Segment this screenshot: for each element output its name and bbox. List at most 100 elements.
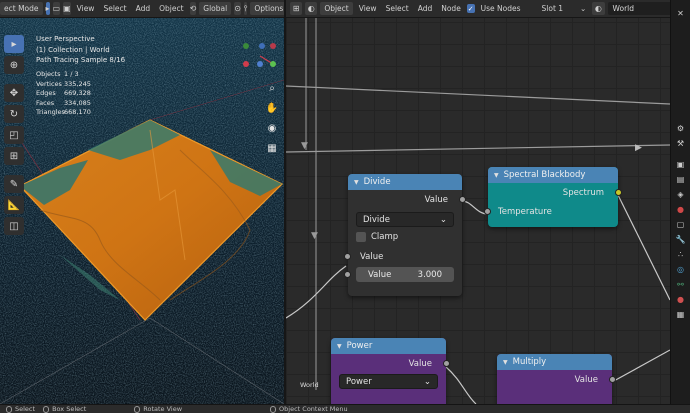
shader-node-editor[interactable]: ⊞ ◐ Object View Select Add Node ✓ Use No… [286,0,670,404]
power-operation-dropdown[interactable]: Power ⌄ [339,374,438,389]
material-tab-icon[interactable]: ● [673,292,689,307]
collection-label: (1) Collection | World [36,45,110,54]
perspective-label: User Perspective [36,35,95,43]
mouse-middle-icon [134,405,141,413]
scene-stats: Objects 1 / 3 Vertices 335,245 Edges 669,32… [36,70,91,118]
camera-icon[interactable]: ◉ [264,120,280,136]
menu-object[interactable]: Object [156,4,186,13]
spectrum-output-row: Spectrum [488,183,622,203]
power-output-row: Value [331,354,450,374]
annotate-icon[interactable]: ✎ [4,175,24,193]
transform-orientation-icon[interactable]: ⟲ [189,2,197,15]
divide-value-field[interactable]: Value 3.000 [344,267,454,282]
3d-viewport[interactable]: ect Mode ▸ ▭ ▣ View Select Add Object ⟲ … [0,0,284,404]
menu-view[interactable]: View [74,4,98,13]
select-mode-icon[interactable]: ▭ [52,2,61,15]
view-layer-tab-icon[interactable]: ▤ [673,172,689,187]
move-icon[interactable]: ✥ [4,84,24,102]
navigation-gizmo-icon[interactable] [238,38,280,74]
zoom-icon[interactable]: ⌕ [264,80,280,96]
power-node-header[interactable]: ▼ Power [331,338,446,354]
temperature-socket[interactable] [484,208,491,215]
spectral-node-header[interactable]: ▼ Spectral Blackbody [488,167,618,183]
pan-hand-icon[interactable]: ✋ [264,100,280,116]
scene-tab-icon[interactable]: ◈ [673,187,689,202]
svg-text:▶: ▶ [635,143,642,153]
status-bar: Select Box Select Rotate View Object Con… [0,404,690,413]
rotate-icon[interactable]: ↻ [4,105,24,123]
output-tab-icon[interactable]: ▣ [673,157,689,172]
collapse-icon[interactable]: ▼ [337,343,342,350]
viewport-info: User Perspective (1) Collection | World … [36,34,125,66]
chevron-down-icon: ⌄ [439,214,447,225]
input-socket[interactable] [344,253,351,260]
snap-icon[interactable]: ⫯ [243,2,248,15]
menu-select[interactable]: Select [100,4,129,13]
world-name-field[interactable]: World [607,2,670,15]
pivot-icon[interactable]: ⊙ [234,2,241,15]
power-node[interactable]: ▼ Power Value Power ⌄ [331,338,450,404]
editor-type-icon[interactable]: ⊞ [290,2,303,15]
mouse-left-icon [6,405,12,413]
transform-icon[interactable]: ⊞ [4,147,24,165]
divide-node-title: Divide [363,177,391,187]
collapse-icon[interactable]: ▼ [494,172,499,179]
mouse-right-icon [270,405,277,413]
object-tab-icon[interactable]: ▢ [673,217,689,232]
particles-tab-icon[interactable]: ∴ [673,247,689,262]
spectrum-socket[interactable] [615,189,622,196]
mouse-middle-icon [43,405,50,413]
add-cube-icon[interactable]: ◫ [4,217,24,235]
mode-dropdown[interactable]: ect Mode [0,2,43,15]
shader-type-icon[interactable]: ◐ [305,2,318,15]
select-box-icon[interactable]: ▸ [4,35,24,53]
multiply-node-header[interactable]: ▼ Multiply [497,354,612,370]
select-mode-extend-icon[interactable]: ▣ [63,2,71,15]
properties-tabs: ✕ ⚙ ⚒ ▣ ▤ ◈ ● ▢ 🔧 ∴ ◎ ⚯ ● ▦ [670,0,690,404]
grid-view-icon[interactable]: ▦ [264,140,280,156]
orientation-dropdown[interactable]: Global [199,2,232,15]
render-tab-icon[interactable]: ⚒ [673,136,689,151]
clamp-checkbox[interactable] [356,232,366,242]
tool-tab-icon[interactable]: ⚙ [673,121,689,136]
status-select: Select [6,405,35,413]
measure-icon[interactable]: 📐 [4,196,24,214]
spectral-blackbody-node[interactable]: ▼ Spectral Blackbody Spectrum Temperatur… [484,167,622,227]
physics-tab-icon[interactable]: ◎ [673,262,689,277]
use-nodes-label: Use Nodes [480,4,521,13]
divide-node[interactable]: ▼ Divide Value Divide ⌄ Clamp Value Valu… [344,174,466,296]
temperature-input-row: Temperature [484,203,618,221]
view-nav-tools: ⌕ ✋ ◉ ▦ [264,80,280,156]
divide-input-row: Value [344,247,462,267]
cursor-icon[interactable]: ⊕ [4,56,24,74]
input-socket[interactable] [344,271,351,278]
scale-icon[interactable]: ◰ [4,126,24,144]
menu-view[interactable]: View [356,4,380,13]
use-nodes-checkbox[interactable]: ✓ [466,4,475,13]
object-type-dropdown[interactable]: Object [320,2,353,15]
slot-dropdown[interactable]: Slot 1 [539,4,567,13]
node-editor-header: ⊞ ◐ Object View Select Add Node ✓ Use No… [286,0,670,18]
stat-row: Triangles 668,170 [36,108,91,116]
divide-node-header[interactable]: ▼ Divide [348,174,462,190]
slot-chevron-icon: ⌄ [580,4,587,13]
texture-tab-icon[interactable]: ▦ [673,307,689,322]
collapse-icon[interactable]: ▼ [503,359,508,366]
output-socket[interactable] [443,360,450,367]
menu-select[interactable]: Select [383,4,412,13]
output-socket[interactable] [609,376,616,383]
close-icon[interactable]: ✕ [673,6,689,21]
menu-node[interactable]: Node [438,4,464,13]
constraints-tab-icon[interactable]: ⚯ [673,277,689,292]
multiply-node[interactable]: ▼ Multiply Value [497,354,616,404]
menu-add[interactable]: Add [133,4,154,13]
menu-add[interactable]: Add [415,4,436,13]
options-dropdown[interactable]: Options [250,2,284,15]
select-tool-icon[interactable]: ▸ [45,2,50,15]
output-socket[interactable] [459,196,466,203]
modifier-tab-icon[interactable]: 🔧 [673,232,689,247]
collapse-icon[interactable]: ▼ [354,179,359,186]
world-tab-icon[interactable]: ● [673,202,689,217]
world-label: World [300,381,319,389]
divide-operation-dropdown[interactable]: Divide ⌄ [356,212,454,227]
